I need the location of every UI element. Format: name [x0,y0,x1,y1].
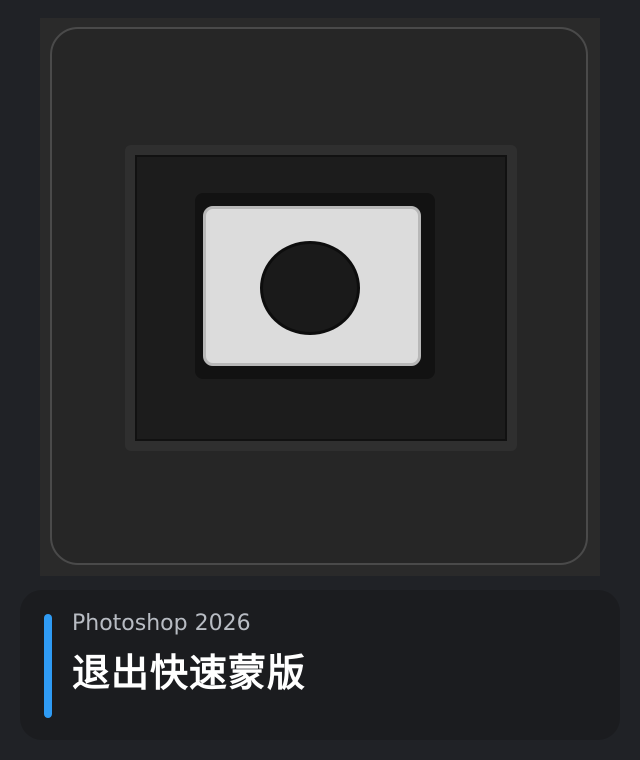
accent-bar [44,614,52,718]
icon-preview-panel [40,18,600,576]
icon-preview-frame [50,27,588,565]
quick-mask-icon [125,145,517,451]
caption-card: Photoshop 2026 退出快速蒙版 [20,590,620,740]
command-name: 退出快速蒙版 [72,651,307,695]
app-name: Photoshop 2026 [72,611,251,636]
mask-icon-circle [260,241,360,335]
